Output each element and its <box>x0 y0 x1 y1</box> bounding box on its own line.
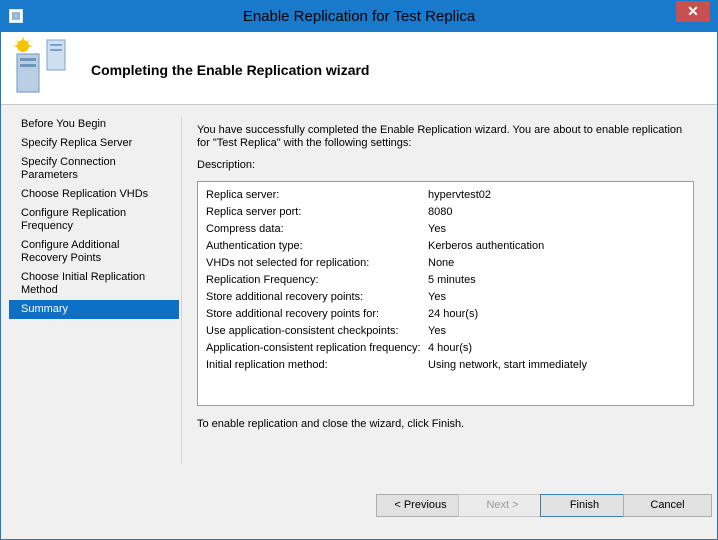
nav-item-label: Choose Initial Replication <box>21 271 146 283</box>
finish-instruction: To enable replication and close the wiza… <box>197 418 465 430</box>
setting-value: hypervtest02 <box>428 189 491 201</box>
setting-key: Store additional recovery points for: <box>206 308 380 320</box>
setting-key: Application-consistent replication frequ… <box>206 342 421 354</box>
setting-key: Replication Frequency: <box>206 274 319 286</box>
nav-item-label: Specify Connection <box>21 156 116 168</box>
nav-item-before-you-begin[interactable]: Before You Begin <box>9 115 179 134</box>
nav-item-label: Configure Additional <box>21 239 120 251</box>
summary-intro: You have successfully completed the Enab… <box>197 124 683 149</box>
nav-item-specify-connection-parameters[interactable]: Specify Connection Parameters <box>9 153 179 185</box>
setting-value: 5 minutes <box>428 274 476 286</box>
wizard-header: Completing the Enable Replication wizard <box>1 32 717 105</box>
nav-item-label: Choose Replication VHDs <box>21 188 149 200</box>
nav-item-label: Specify Replica Server <box>21 137 133 149</box>
nav-item-label: Method <box>21 284 58 296</box>
nav-item-configure-replication-frequency[interactable]: Configure Replication Frequency <box>9 204 179 236</box>
setting-key: VHDs not selected for replication: <box>206 257 370 269</box>
setting-value: Kerberos authentication <box>428 240 545 252</box>
nav-item-choose-replication-vhds[interactable]: Choose Replication VHDs <box>9 185 179 204</box>
nav-item-label: Before You Begin <box>21 118 107 130</box>
description-label: Description: <box>197 159 256 171</box>
setting-value: Yes <box>428 291 446 303</box>
nav-item-label: Parameters <box>21 169 78 181</box>
nav-item-summary[interactable]: Summary <box>9 300 179 319</box>
setting-value: 4 hour(s) <box>428 342 473 354</box>
cancel-button[interactable]: Cancel <box>623 494 712 517</box>
setting-value: 8080 <box>428 206 453 218</box>
setting-key: Store additional recovery points: <box>206 291 364 303</box>
title-bar[interactable]: Enable Replication for Test Replica ✕ <box>1 1 717 32</box>
setting-key: Initial replication method: <box>206 359 328 371</box>
next-button: Next > <box>458 494 547 517</box>
divider <box>181 117 182 464</box>
setting-value: Yes <box>428 223 446 235</box>
previous-button[interactable]: < Previous <box>376 494 465 517</box>
setting-key: Use application-consistent checkpoints: <box>206 325 399 337</box>
wizard-steps-nav: Before You Begin Specify Replica Server Sp… <box>9 115 179 319</box>
setting-key: Replica server port: <box>206 206 302 218</box>
close-button[interactable]: ✕ <box>676 1 710 22</box>
window-title: Enable Replication for Test Replica <box>242 8 476 25</box>
nav-item-label: Configure Replication <box>21 207 127 219</box>
replication-server-icon <box>13 36 66 93</box>
setting-key: Compress data: <box>206 223 284 235</box>
setting-value: 24 hour(s) <box>428 308 479 320</box>
setting-value: Using network, start immediately <box>428 359 587 371</box>
nav-item-configure-additional-recovery-points[interactable]: Configure Additional Recovery Points <box>9 236 179 268</box>
nav-item-label: Summary <box>21 303 69 315</box>
settings-summary-box[interactable]: Replica server: hypervtest02 Replica serve… <box>197 181 694 406</box>
nav-item-label: Frequency <box>21 220 73 232</box>
setting-key: Authentication type: <box>206 240 303 252</box>
nav-item-specify-replica-server[interactable]: Specify Replica Server <box>9 134 179 153</box>
finish-button[interactable]: Finish <box>540 494 629 517</box>
setting-value: None <box>428 257 455 269</box>
wizard-window: Enable Replication for Test Replica ✕ Co… <box>0 0 718 540</box>
setting-key: Replica server: <box>206 189 280 201</box>
nav-item-choose-initial-replication-method[interactable]: Choose Initial Replication Method <box>9 268 179 300</box>
page-title: Completing the Enable Replication wizard <box>91 62 370 78</box>
nav-item-label: Recovery Points <box>21 252 102 264</box>
setting-value: Yes <box>428 325 446 337</box>
